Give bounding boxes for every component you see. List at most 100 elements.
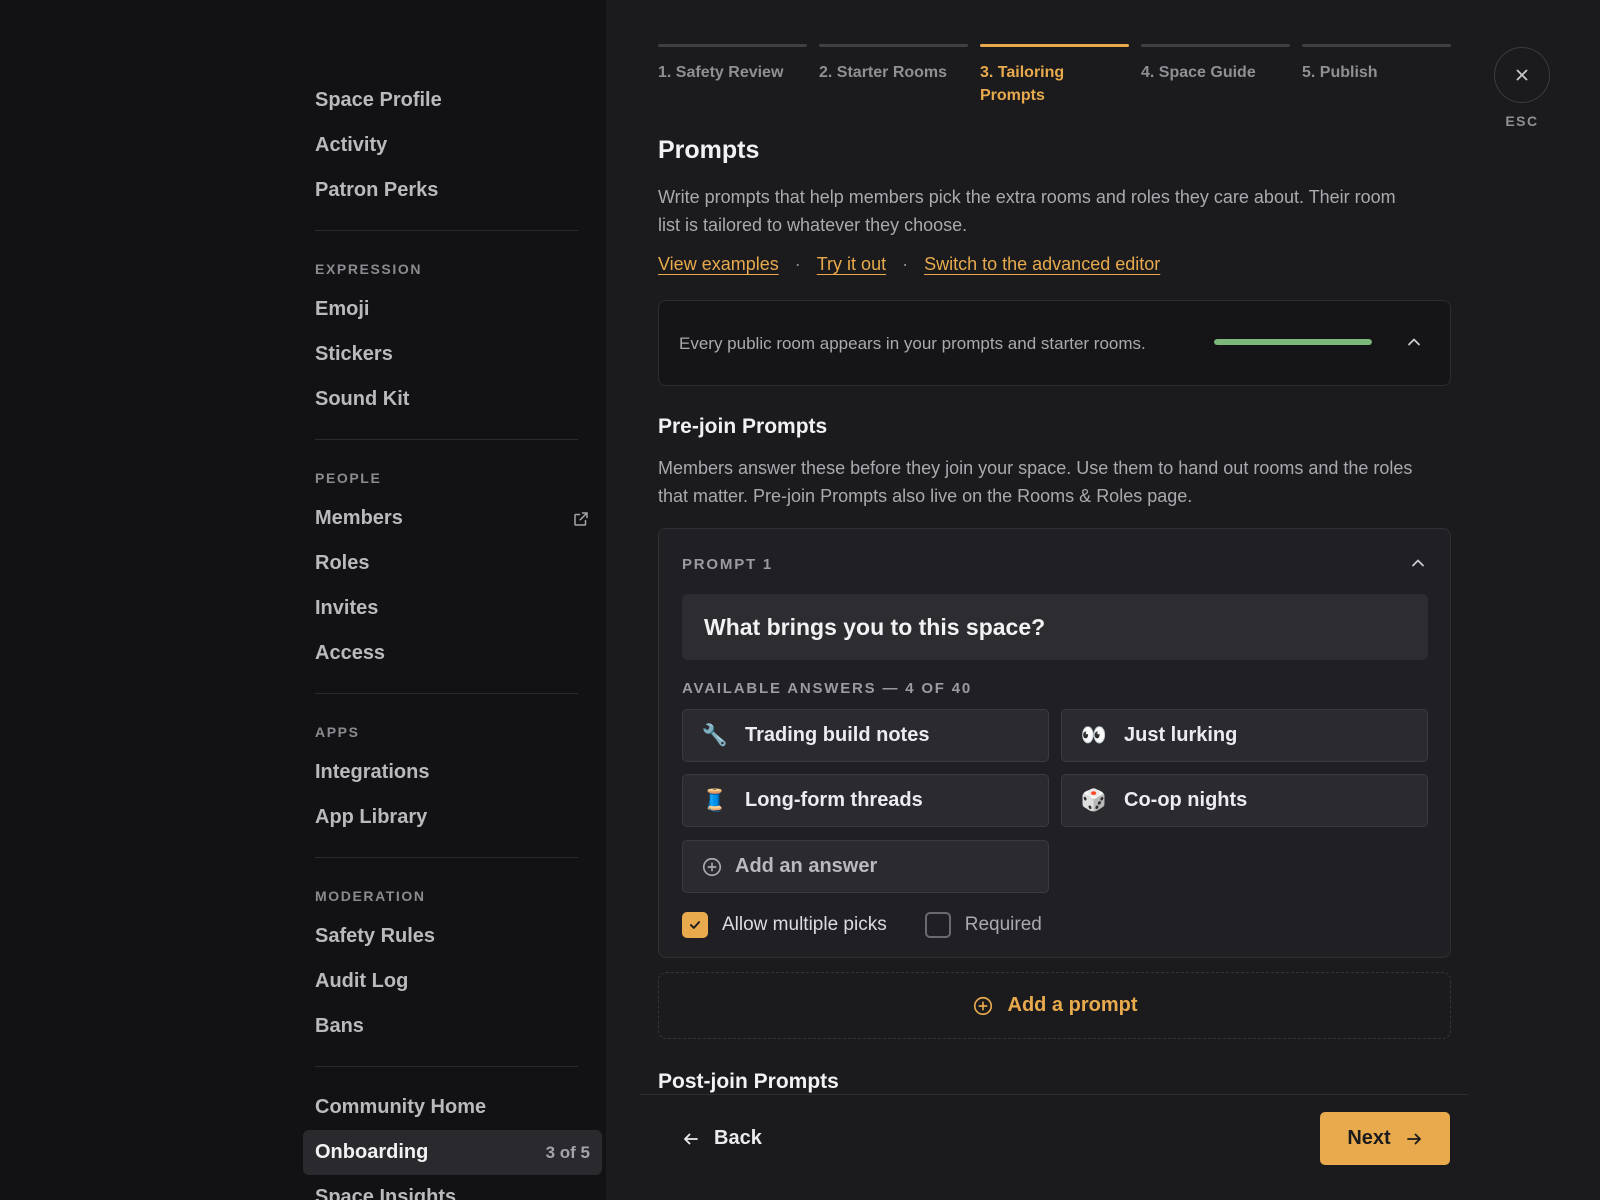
- answer-label: Just lurking: [1124, 724, 1238, 746]
- step-progress-bar: [1141, 44, 1290, 47]
- section-label-apps: APPS: [315, 724, 360, 740]
- sidebar-item-label: Onboarding: [315, 1141, 429, 1163]
- sidebar-divider: [315, 693, 578, 694]
- link-separator: ·: [902, 254, 909, 274]
- answer-option[interactable]: 🔧 Trading build notes: [682, 709, 1049, 762]
- checkmark-icon: [689, 921, 701, 929]
- step-progress-bar: [819, 44, 968, 47]
- thread-spool-icon: 🧵: [701, 788, 729, 812]
- add-answer-label: Add an answer: [735, 855, 878, 877]
- section-label-moderation: MODERATION: [315, 888, 426, 904]
- onboarding-content: 1. Safety Review 2. Starter Rooms 3. Tai…: [658, 0, 1451, 1200]
- required-label: Required: [964, 914, 1042, 935]
- sidebar-item-patron-perks[interactable]: Patron Perks: [303, 168, 602, 213]
- step-label: 2. Starter Rooms: [819, 64, 948, 81]
- wrench-icon: 🔧: [701, 723, 729, 747]
- available-answers-label: AVAILABLE ANSWERS — 4 OF 40: [682, 680, 973, 697]
- section-label-people: PEOPLE: [315, 470, 382, 486]
- close-icon: [1516, 69, 1528, 81]
- sidebar-nav: Space Profile Activity Patron Perks EXPR…: [303, 78, 602, 1200]
- sidebar-item-onboarding[interactable]: Onboarding 3 of 5: [303, 1130, 602, 1175]
- sidebar-item-stickers[interactable]: Stickers: [303, 332, 602, 377]
- answer-label: Trading build notes: [745, 724, 930, 746]
- required-checkbox[interactable]: Required: [924, 912, 1042, 938]
- prompt-options: Allow multiple picks Required: [682, 912, 1042, 938]
- coverage-progress-fill: [1214, 339, 1372, 345]
- advanced-editor-link[interactable]: Switch to the advanced editor: [924, 254, 1160, 275]
- coverage-text: Every public room appears in your prompt…: [679, 333, 1146, 353]
- coverage-progress-bar: [1214, 339, 1372, 345]
- answer-label: Co-op nights: [1124, 789, 1248, 811]
- sidebar-item-space-insights[interactable]: Space Insights: [303, 1175, 602, 1200]
- back-button[interactable]: Back: [682, 1127, 762, 1150]
- wizard-footer: Back Next: [640, 1094, 1468, 1200]
- settings-sidebar: Space Profile Activity Patron Perks EXPR…: [0, 0, 606, 1200]
- step-safety-review[interactable]: 1. Safety Review: [658, 44, 807, 107]
- prompt-question-input[interactable]: What brings you to this space?: [682, 594, 1428, 660]
- next-button[interactable]: Next: [1320, 1112, 1450, 1165]
- step-tailoring-prompts[interactable]: 3. Tailoring Prompts: [980, 44, 1129, 107]
- prompt-number-label: PROMPT 1: [682, 556, 774, 573]
- chevron-up-icon[interactable]: [1404, 332, 1424, 352]
- prejoin-section-title: Pre-join Prompts: [658, 415, 828, 438]
- arrow-left-icon: [684, 1133, 698, 1144]
- step-starter-rooms[interactable]: 2. Starter Rooms: [819, 44, 968, 107]
- answer-label: Long-form threads: [745, 789, 923, 811]
- sidebar-divider: [315, 857, 578, 858]
- step-publish[interactable]: 5. Publish: [1302, 44, 1451, 107]
- view-examples-link[interactable]: View examples: [658, 254, 779, 275]
- allow-multiple-checkbox[interactable]: Allow multiple picks: [682, 912, 887, 938]
- sidebar-item-roles[interactable]: Roles: [303, 541, 602, 586]
- sidebar-item-label: Members: [315, 507, 403, 529]
- answer-option[interactable]: 👀 Just lurking: [1061, 709, 1428, 762]
- step-label: 1. Safety Review: [658, 64, 784, 81]
- close-control: ESC: [1494, 47, 1550, 129]
- back-label: Back: [714, 1127, 762, 1149]
- allow-multiple-label: Allow multiple picks: [722, 914, 887, 935]
- close-button[interactable]: [1494, 47, 1550, 103]
- prejoin-description: Members answer these before they join yo…: [658, 458, 1413, 506]
- room-coverage-panel[interactable]: Every public room appears in your prompt…: [658, 300, 1451, 386]
- sidebar-item-emoji[interactable]: Emoji: [303, 287, 602, 332]
- step-progress-bar: [1302, 44, 1451, 47]
- dice-icon: 🎲: [1080, 788, 1108, 812]
- answer-option[interactable]: 🧵 Long-form threads: [682, 774, 1049, 827]
- sidebar-item-safety-rules[interactable]: Safety Rules: [303, 914, 602, 959]
- sidebar-item-access[interactable]: Access: [303, 631, 602, 676]
- sidebar-divider: [315, 230, 578, 231]
- step-label: 3. Tailoring Prompts: [980, 64, 1065, 104]
- sidebar-item-audit-log[interactable]: Audit Log: [303, 959, 602, 1004]
- sidebar-divider: [315, 439, 578, 440]
- checkbox-checked[interactable]: [682, 912, 708, 938]
- sidebar-item-community-home[interactable]: Community Home: [303, 1085, 602, 1130]
- stepper: 1. Safety Review 2. Starter Rooms 3. Tai…: [658, 44, 1451, 107]
- sidebar-divider: [315, 1066, 578, 1067]
- add-answer-button[interactable]: Add an answer: [682, 840, 1049, 893]
- try-it-out-link[interactable]: Try it out: [817, 254, 886, 275]
- postjoin-section-title: Post-join Prompts: [658, 1070, 839, 1093]
- page-title: Prompts: [658, 136, 760, 164]
- sidebar-item-integrations[interactable]: Integrations: [303, 750, 602, 795]
- step-progress-bar: [980, 44, 1129, 47]
- prompt-card: PROMPT 1 What brings you to this space? …: [658, 528, 1451, 958]
- external-link-icon: [574, 511, 588, 526]
- checkbox-unchecked[interactable]: [924, 912, 951, 938]
- sidebar-item-invites[interactable]: Invites: [303, 586, 602, 631]
- sidebar-item-sound-kit[interactable]: Sound Kit: [303, 377, 602, 422]
- step-space-guide[interactable]: 4. Space Guide: [1141, 44, 1290, 107]
- step-label: 5. Publish: [1302, 64, 1378, 81]
- step-label: 4. Space Guide: [1141, 64, 1256, 81]
- next-label: Next: [1347, 1127, 1391, 1149]
- add-prompt-button[interactable]: Add a prompt: [658, 972, 1451, 1039]
- chevron-up-icon[interactable]: [1408, 553, 1428, 573]
- arrow-right-icon: [1406, 1133, 1421, 1144]
- answer-option[interactable]: 🎲 Co-op nights: [1061, 774, 1428, 827]
- sidebar-item-space-profile[interactable]: Space Profile: [303, 78, 602, 123]
- sidebar-item-bans[interactable]: Bans: [303, 1004, 602, 1049]
- plus-circle-icon: [973, 996, 992, 1015]
- link-separator: ·: [794, 254, 801, 274]
- section-label-expression: EXPRESSION: [315, 261, 423, 277]
- sidebar-item-activity[interactable]: Activity: [303, 123, 602, 168]
- sidebar-item-app-library[interactable]: App Library: [303, 795, 602, 840]
- sidebar-item-members[interactable]: Members: [303, 496, 602, 541]
